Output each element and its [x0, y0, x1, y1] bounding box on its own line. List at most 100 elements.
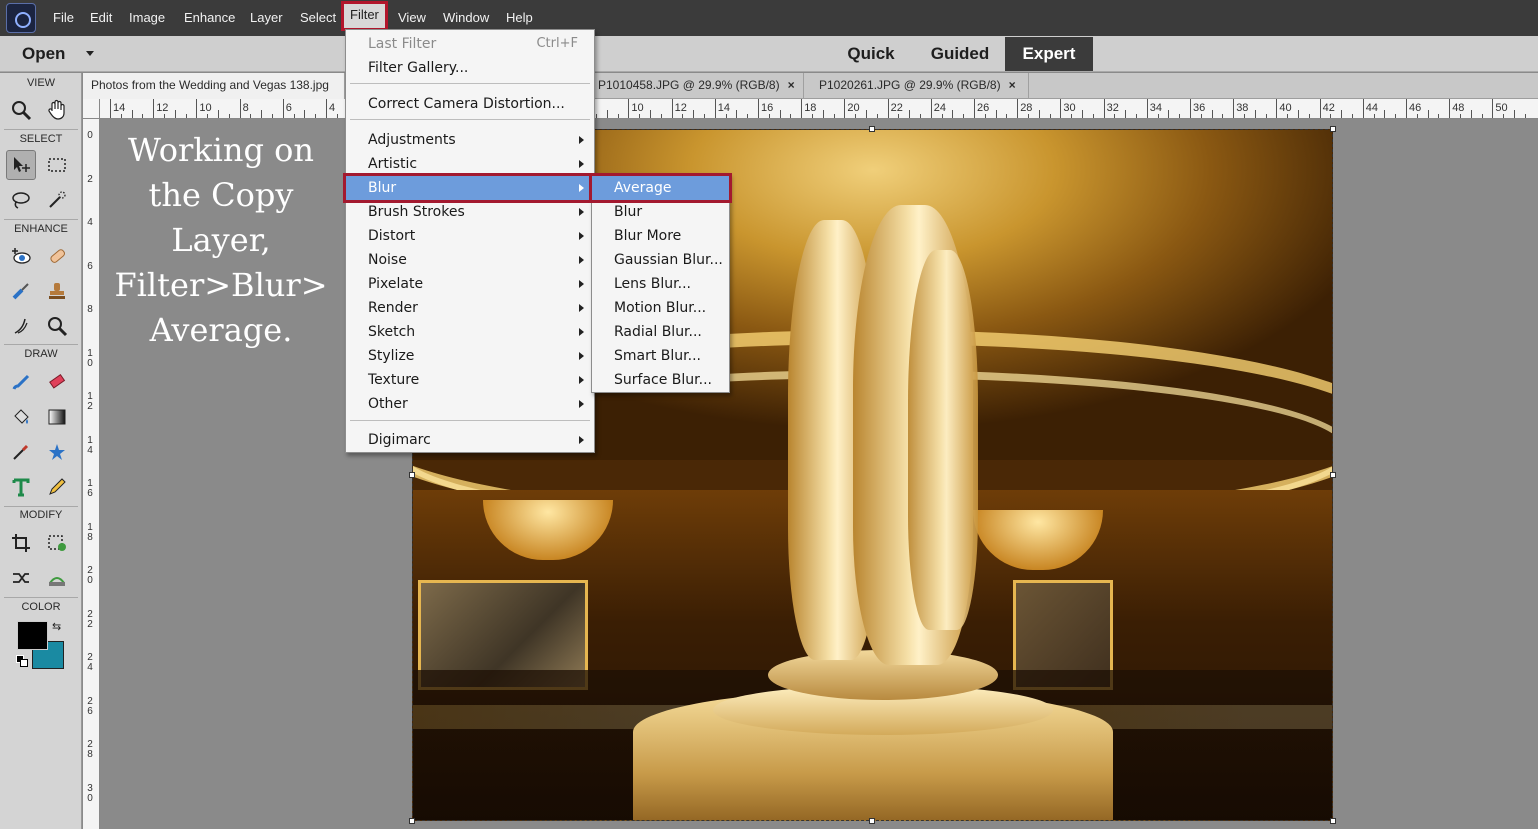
menu-window[interactable]: Window: [443, 10, 489, 25]
tool-divider: [4, 344, 78, 345]
gradient-tool-icon[interactable]: [42, 402, 72, 432]
move-tool-icon[interactable]: [6, 150, 36, 180]
swap-colors-icon[interactable]: ⇆: [52, 621, 64, 633]
transform-handle[interactable]: [1330, 818, 1336, 824]
hand-tool-icon[interactable]: [42, 95, 72, 125]
menu-item-artistic[interactable]: Artistic: [346, 152, 594, 176]
doc-tab-p1020261[interactable]: P1020261.JPG @ 29.9% (RGB/8) ×: [811, 73, 1029, 99]
doc-tab-wedding[interactable]: Photos from the Wedding and Vegas 138.jp…: [83, 73, 345, 99]
lasso-tool-icon[interactable]: [6, 185, 36, 215]
menu-item-adjustments[interactable]: Adjustments: [346, 128, 594, 152]
transform-handle[interactable]: [409, 472, 415, 478]
menu-item-stylize[interactable]: Stylize: [346, 344, 594, 368]
transform-handle[interactable]: [869, 126, 875, 132]
default-colors-icon[interactable]: [16, 655, 28, 667]
menu-item-sketch[interactable]: Sketch: [346, 320, 594, 344]
menu-image[interactable]: Image: [129, 10, 165, 25]
document-tabs: Photos from the Wedding and Vegas 138.jp…: [83, 73, 1538, 99]
quick-selection-tool-icon[interactable]: [42, 185, 72, 215]
submenu-item-radial-blur[interactable]: Radial Blur...: [592, 320, 729, 344]
ruler-tick: [1406, 99, 1407, 118]
menu-item-blur[interactable]: Blur: [343, 173, 597, 203]
menu-item-pixelate[interactable]: Pixelate: [346, 272, 594, 296]
paint-bucket-tool-icon[interactable]: [6, 402, 36, 432]
sponge-zoom-tool-icon[interactable]: [42, 311, 72, 341]
menu-item-render[interactable]: Render: [346, 296, 594, 320]
menu-filter[interactable]: Filter: [341, 1, 388, 31]
ruler-minor-tick: [315, 114, 317, 118]
doc-tab-p1010458[interactable]: P1010458.JPG @ 29.9% (RGB/8) ×: [590, 73, 804, 99]
crop-tool-icon[interactable]: [6, 528, 36, 558]
transform-handle[interactable]: [409, 818, 415, 824]
open-dropdown-arrow-icon[interactable]: [86, 51, 94, 56]
menu-item-digimarc[interactable]: Digimarc: [346, 428, 594, 452]
doc-tab-title: P1010458.JPG @ 29.9% (RGB/8): [598, 78, 780, 92]
blur-tool-icon[interactable]: [6, 311, 36, 341]
straighten-tool-icon[interactable]: [42, 563, 72, 593]
menu-view[interactable]: View: [398, 10, 426, 25]
menu-item-noise[interactable]: Noise: [346, 248, 594, 272]
menu-layer[interactable]: Layer: [250, 10, 283, 25]
menu-item-distort[interactable]: Distort: [346, 224, 594, 248]
menu-edit[interactable]: Edit: [90, 10, 112, 25]
menu-file[interactable]: File: [53, 10, 74, 25]
content-aware-move-tool-icon[interactable]: [6, 563, 36, 593]
close-tab-icon[interactable]: ×: [788, 78, 795, 92]
menu-item-label: Distort: [368, 228, 416, 244]
brush-tool-icon[interactable]: [6, 367, 36, 397]
menu-item-filter-gallery[interactable]: Filter Gallery...: [346, 56, 594, 80]
foreground-color-swatch[interactable]: [17, 621, 48, 650]
recompose-tool-icon[interactable]: [42, 528, 72, 558]
submenu-item-surface-blur[interactable]: Surface Blur...: [592, 368, 729, 392]
submenu-item-gaussian-blur[interactable]: Gaussian Blur...: [592, 248, 729, 272]
zoom-tool-icon[interactable]: [6, 95, 36, 125]
menu-item-texture[interactable]: Texture: [346, 368, 594, 392]
ruler-minor-tick: [228, 114, 230, 118]
menu-item-other[interactable]: Other: [346, 392, 594, 416]
submenu-item-lens-blur[interactable]: Lens Blur...: [592, 272, 729, 296]
ruler-label: 8: [242, 102, 249, 114]
tab-guided[interactable]: Guided: [920, 37, 1000, 71]
ruler-tick: [239, 99, 241, 118]
menu-select[interactable]: Select: [300, 10, 336, 25]
menu-enhance[interactable]: Enhance: [184, 10, 235, 25]
eraser-tool-icon[interactable]: [42, 367, 72, 397]
submenu-item-smart-blur[interactable]: Smart Blur...: [592, 344, 729, 368]
section-enhance-label: ENHANCE: [14, 223, 68, 235]
ruler-minor-tick: [1470, 110, 1472, 118]
tab-expert[interactable]: Expert: [1005, 37, 1093, 71]
menu-divider: [350, 420, 590, 421]
custom-shape-tool-icon[interactable]: [42, 437, 72, 467]
transform-handle[interactable]: [1330, 472, 1336, 478]
ruler-label: 4: [329, 102, 336, 114]
ruler-minor-tick: [1092, 114, 1094, 118]
marquee-tool-icon[interactable]: [42, 150, 72, 180]
transform-handle[interactable]: [1330, 126, 1336, 132]
ruler-label: 36: [1193, 102, 1206, 114]
close-tab-icon[interactable]: ×: [1009, 78, 1016, 92]
ruler-minor-tick: [898, 114, 900, 118]
ruler-label: 12: [674, 102, 687, 114]
red-eye-tool-icon[interactable]: [6, 241, 36, 271]
menu-item-brush-strokes[interactable]: Brush Strokes: [346, 200, 594, 224]
submenu-arrow-icon: [579, 136, 584, 144]
ruler-label: 30: [1063, 102, 1076, 114]
eyedropper-tool-icon[interactable]: [6, 437, 36, 467]
transform-handle[interactable]: [869, 818, 875, 824]
tab-quick[interactable]: Quick: [838, 37, 904, 71]
healing-brush-tool-icon[interactable]: [42, 241, 72, 271]
clone-stamp-tool-icon[interactable]: [42, 276, 72, 306]
ruler-minor-tick: [1524, 114, 1526, 118]
smart-brush-tool-icon[interactable]: [6, 276, 36, 306]
ruler-label: 10: [199, 102, 212, 114]
submenu-item-motion-blur[interactable]: Motion Blur...: [592, 296, 729, 320]
open-button[interactable]: Open: [22, 44, 65, 64]
menu-help[interactable]: Help: [506, 10, 533, 25]
submenu-item-blur-more[interactable]: Blur More: [592, 224, 729, 248]
submenu-item-blur[interactable]: Blur: [592, 200, 729, 224]
pencil-tool-icon[interactable]: [42, 472, 72, 502]
submenu-item-average[interactable]: Average: [589, 173, 732, 203]
app-logo-icon[interactable]: [6, 3, 36, 33]
menu-item-correct-camera-distortion[interactable]: Correct Camera Distortion...: [346, 92, 594, 116]
type-tool-icon[interactable]: [6, 472, 36, 502]
